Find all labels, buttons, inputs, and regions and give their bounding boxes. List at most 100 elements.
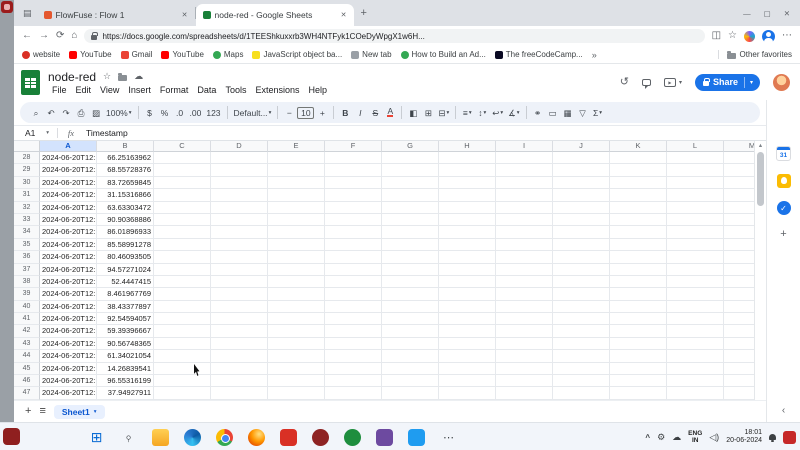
cell-empty[interactable] (553, 387, 610, 399)
back-icon[interactable]: ← (22, 31, 32, 41)
bookmark-item[interactable]: JavaScript object ba... (252, 50, 342, 59)
cell-empty[interactable] (667, 239, 724, 251)
cell-empty[interactable] (667, 214, 724, 226)
cell-empty[interactable] (610, 338, 667, 350)
menu-format[interactable]: Format (156, 85, 193, 95)
tab-google-sheets[interactable]: node-red - Google Sheets ✕ (196, 4, 354, 26)
cell-B31[interactable]: 31.15316866 (97, 189, 154, 201)
cell-empty[interactable] (382, 363, 439, 375)
cell-empty[interactable] (724, 375, 754, 387)
present-button[interactable]: ▶ ▾ (664, 78, 682, 87)
cell-empty[interactable] (325, 276, 382, 288)
cell-B45[interactable]: 14.26839541 (97, 363, 154, 375)
cell-empty[interactable] (724, 152, 754, 164)
cell-A33[interactable]: 2024-06-20T12: (40, 214, 97, 226)
cell-empty[interactable] (610, 202, 667, 214)
cell-empty[interactable] (667, 264, 724, 276)
cell-empty[interactable] (667, 288, 724, 300)
cell-A32[interactable]: 2024-06-20T12: (40, 202, 97, 214)
cell-empty[interactable] (496, 177, 553, 189)
bookmark-item[interactable]: New tab (351, 50, 391, 59)
cell-empty[interactable] (667, 202, 724, 214)
cell-B34[interactable]: 86.01896933 (97, 226, 154, 238)
taskbar-app-purple-icon[interactable] (376, 429, 393, 446)
close-window-icon[interactable]: ✕ (784, 9, 790, 18)
cell-empty[interactable] (553, 338, 610, 350)
favorites-star-icon[interactable]: ☆ (728, 31, 737, 41)
google-sheets-logo-icon[interactable] (21, 70, 40, 95)
cell-empty[interactable] (154, 177, 211, 189)
cell-empty[interactable] (667, 338, 724, 350)
row-header-40[interactable]: 40 (14, 301, 40, 313)
menu-view[interactable]: View (96, 85, 123, 95)
cell-empty[interactable] (325, 363, 382, 375)
cell-B36[interactable]: 80.46093505 (97, 251, 154, 263)
cell-empty[interactable] (325, 164, 382, 176)
cell-B44[interactable]: 61.34021054 (97, 350, 154, 362)
cell-empty[interactable] (496, 202, 553, 214)
cell-B35[interactable]: 85.58991278 (97, 239, 154, 251)
create-filter-button[interactable]: ▽ (576, 105, 590, 121)
zoom-select[interactable]: 100%▾ (104, 105, 134, 121)
cell-empty[interactable] (268, 325, 325, 337)
tasks-icon[interactable]: ✓ (777, 201, 791, 215)
cell-empty[interactable] (211, 363, 268, 375)
notifications-bell-icon[interactable] (769, 434, 776, 440)
cell-empty[interactable] (610, 350, 667, 362)
cell-empty[interactable] (724, 387, 754, 399)
cell-empty[interactable] (724, 202, 754, 214)
column-header-H[interactable]: H (439, 141, 496, 152)
taskbar-file-explorer-icon[interactable] (152, 429, 169, 446)
cell-empty[interactable] (724, 325, 754, 337)
row-header-35[interactable]: 35 (14, 239, 40, 251)
merge-cells-button[interactable]: ⊟▾ (436, 105, 451, 121)
cell-empty[interactable] (211, 325, 268, 337)
insert-chart-button[interactable]: ▦ (561, 105, 575, 121)
italic-button[interactable]: I (353, 105, 367, 121)
cell-empty[interactable] (439, 152, 496, 164)
decrease-decimals-button[interactable]: .0 (173, 105, 187, 121)
cell-empty[interactable] (667, 164, 724, 176)
cell-empty[interactable] (382, 251, 439, 263)
cell-empty[interactable] (325, 325, 382, 337)
cell-empty[interactable] (268, 189, 325, 201)
get-add-ons-icon[interactable]: + (780, 228, 786, 240)
cell-empty[interactable] (496, 363, 553, 375)
cell-empty[interactable] (553, 239, 610, 251)
sheet-tab-menu-icon[interactable]: ▾ (94, 409, 97, 415)
cell-empty[interactable] (325, 264, 382, 276)
keep-icon[interactable] (777, 174, 791, 188)
taskbar-app-green-icon[interactable] (344, 429, 361, 446)
close-tab-icon[interactable]: ✕ (341, 11, 347, 19)
cell-B28[interactable]: 66.25163962 (97, 152, 154, 164)
cell-empty[interactable] (439, 239, 496, 251)
bookmark-item[interactable]: YouTube (69, 50, 111, 59)
cell-empty[interactable] (268, 164, 325, 176)
cell-A45[interactable]: 2024-06-20T12: (40, 363, 97, 375)
cell-empty[interactable] (439, 264, 496, 276)
insert-comment-button[interactable]: ▭ (546, 105, 560, 121)
cell-empty[interactable] (496, 214, 553, 226)
bookmark-item[interactable]: How to Build an Ad... (401, 50, 486, 59)
cell-empty[interactable] (610, 264, 667, 276)
cell-A40[interactable]: 2024-06-20T12: (40, 301, 97, 313)
cell-empty[interactable] (553, 363, 610, 375)
cell-A30[interactable]: 2024-06-20T12: (40, 177, 97, 189)
cell-empty[interactable] (154, 239, 211, 251)
cell-empty[interactable] (211, 301, 268, 313)
increase-decimals-button[interactable]: .00 (188, 105, 204, 121)
redo-button[interactable]: ↷ (59, 105, 73, 121)
cell-empty[interactable] (610, 189, 667, 201)
cell-empty[interactable] (268, 276, 325, 288)
cell-empty[interactable] (610, 276, 667, 288)
cell-empty[interactable] (154, 164, 211, 176)
cell-empty[interactable] (439, 164, 496, 176)
cell-empty[interactable] (268, 301, 325, 313)
cell-A44[interactable]: 2024-06-20T12: (40, 350, 97, 362)
cell-empty[interactable] (325, 313, 382, 325)
row-header-34[interactable]: 34 (14, 226, 40, 238)
cell-empty[interactable] (154, 189, 211, 201)
cell-empty[interactable] (667, 301, 724, 313)
cell-empty[interactable] (553, 226, 610, 238)
cell-empty[interactable] (724, 177, 754, 189)
